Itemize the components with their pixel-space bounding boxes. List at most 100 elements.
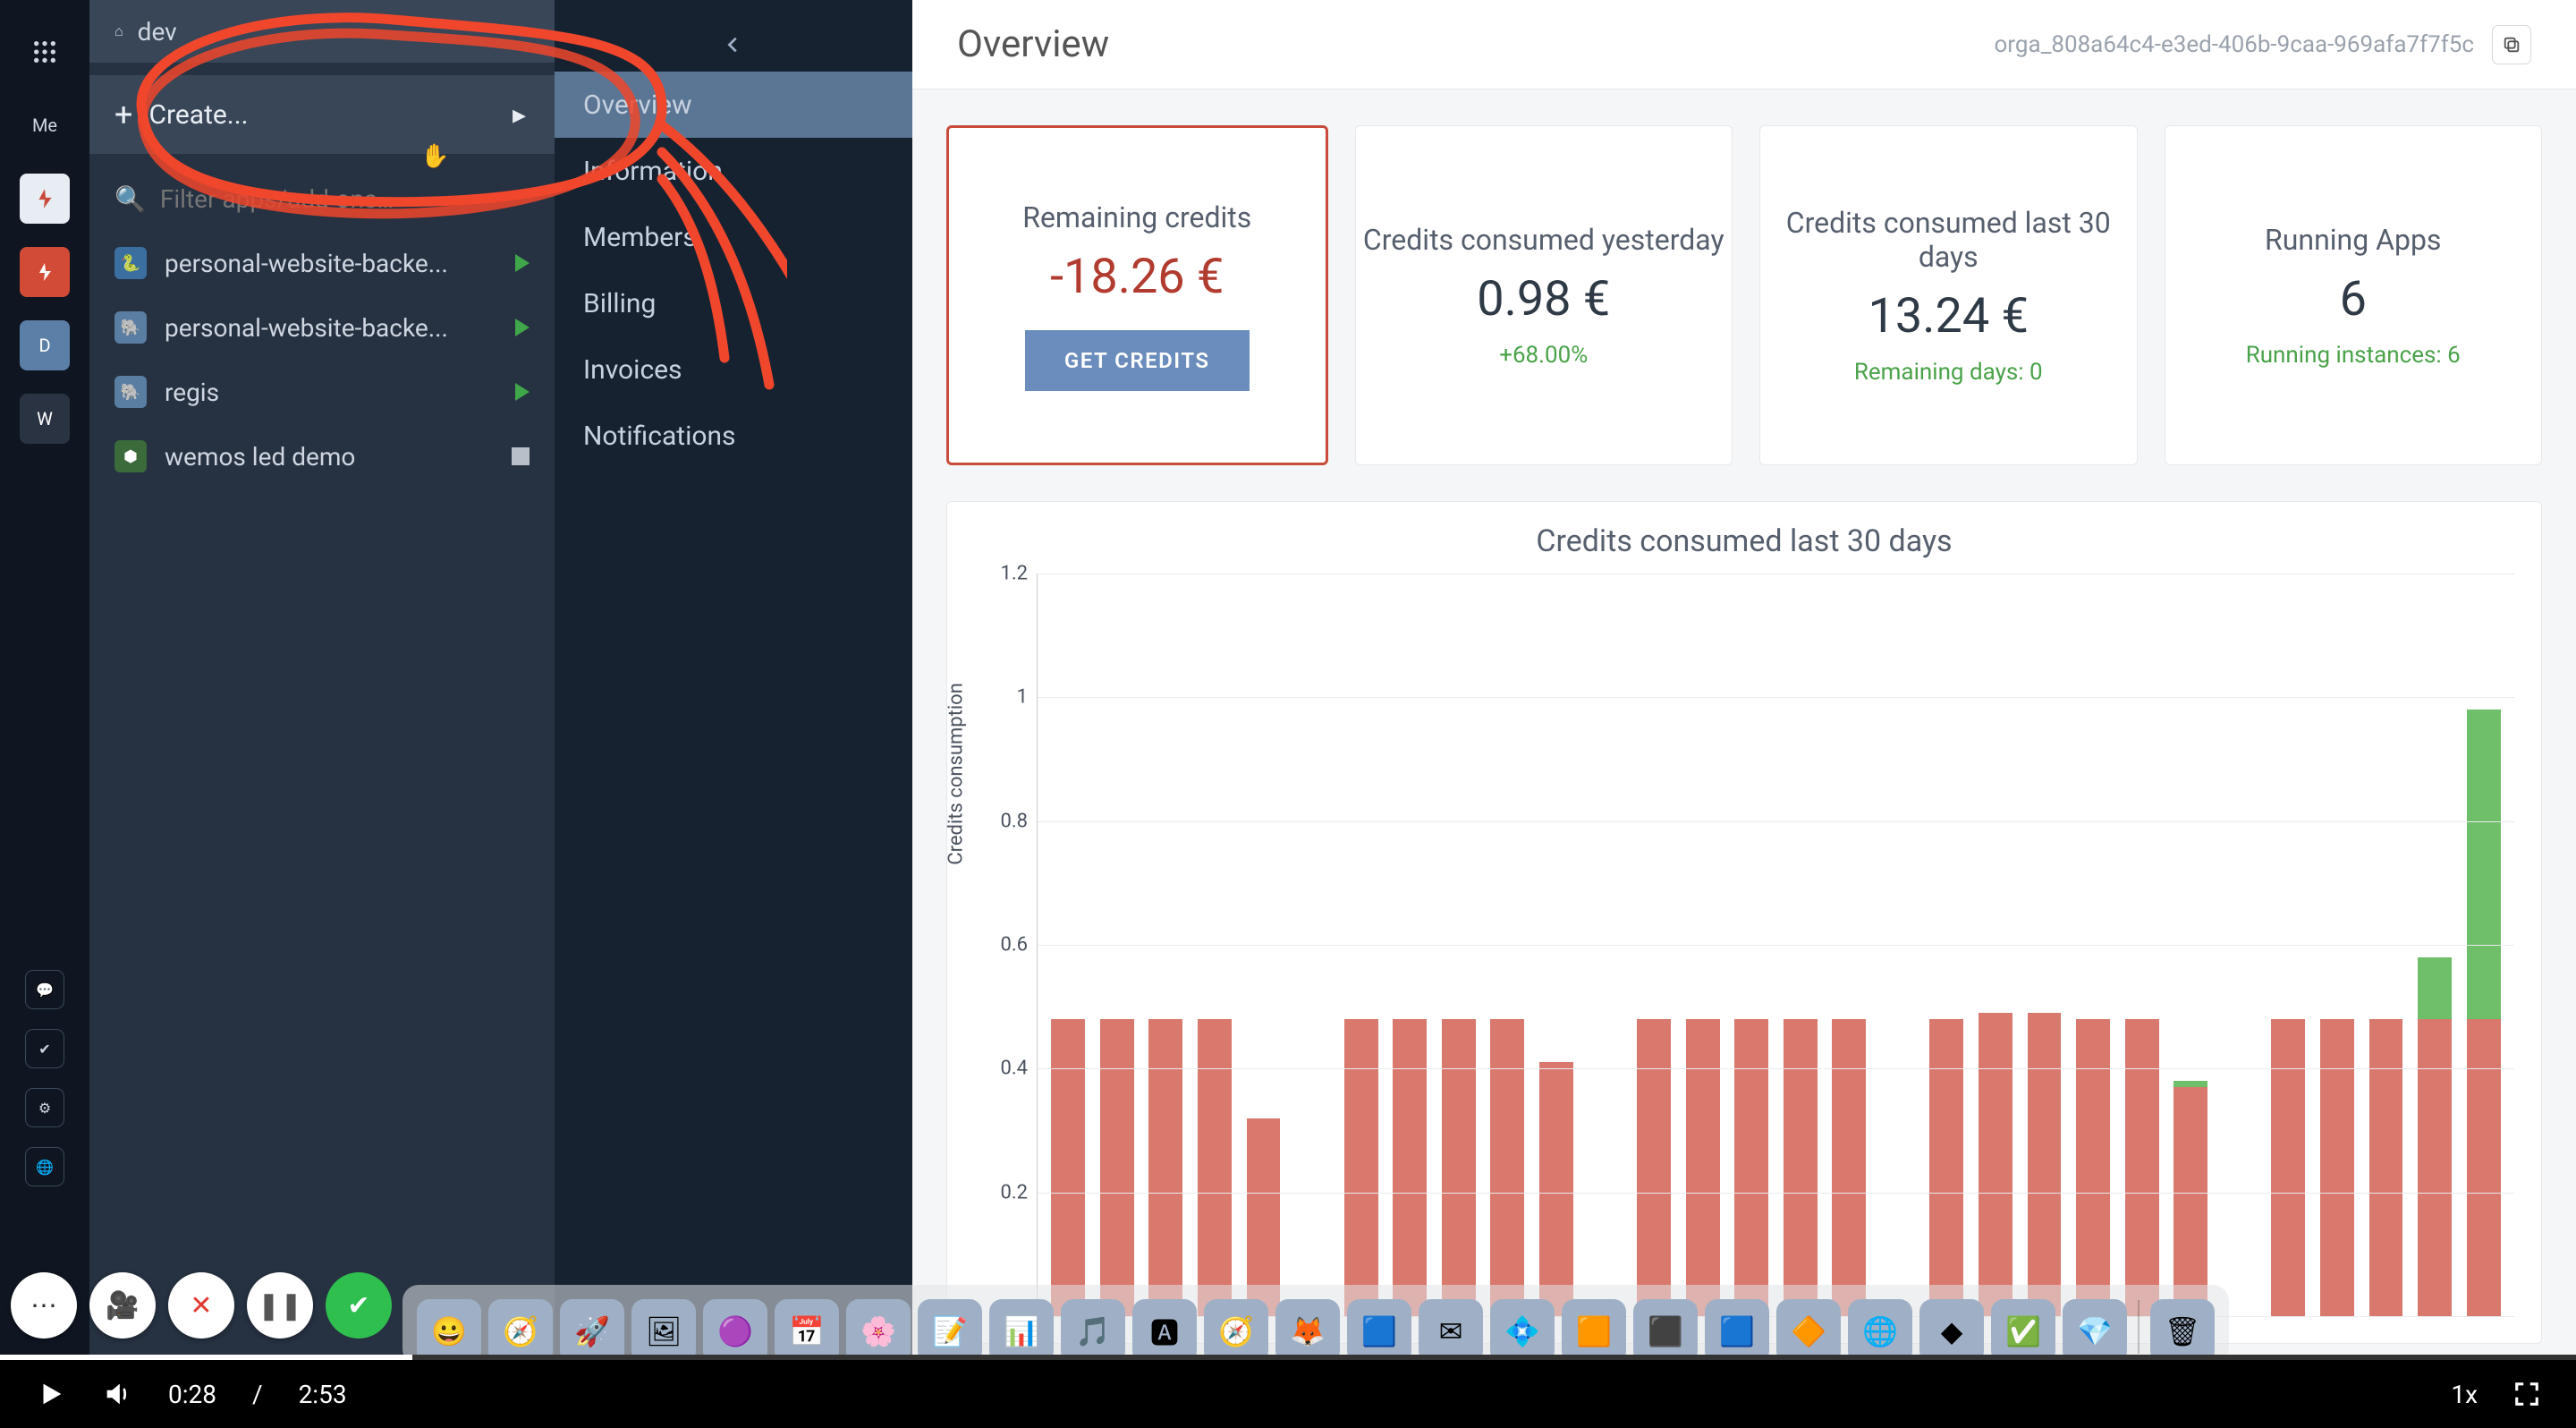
time-total: 2:53 bbox=[299, 1380, 347, 1409]
submenu-back[interactable] bbox=[555, 18, 912, 72]
card-label: Credits consumed last 30 days bbox=[1760, 206, 2137, 274]
rec-more-button[interactable]: ⋯ bbox=[11, 1272, 77, 1339]
rail-me-label: Me bbox=[32, 115, 57, 136]
chart-title: Credits consumed last 30 days bbox=[974, 523, 2514, 559]
chart-panel: Credits consumed last 30 days Credits co… bbox=[946, 501, 2542, 1344]
create-button[interactable]: + Create... ▸ bbox=[89, 75, 555, 154]
bar-base bbox=[2467, 1019, 2501, 1316]
chevron-right-icon: ▸ bbox=[513, 99, 526, 131]
bar-extra bbox=[2174, 1081, 2207, 1087]
y-tick: 0.6 bbox=[1000, 934, 1028, 956]
stat-card: Credits consumed last 30 days 13.24 € Rema… bbox=[1759, 125, 2138, 465]
video-player-bar: 0:28 / 2:53 1x bbox=[0, 1360, 2576, 1428]
rail-org-3-label: D bbox=[38, 335, 50, 356]
org-id: orga_808a64c4-e3ed-406b-9caa-969afa7f7f5… bbox=[1994, 31, 2474, 58]
submenu-invoices[interactable]: Invoices bbox=[555, 336, 912, 403]
progress-track[interactable] bbox=[0, 1355, 2576, 1360]
rail-me[interactable]: Me bbox=[20, 100, 70, 150]
rail-org-3[interactable]: D bbox=[20, 320, 70, 370]
card-label: Running Apps bbox=[2265, 223, 2441, 257]
grid-line bbox=[1038, 1068, 2514, 1069]
card-value: 6 bbox=[2340, 271, 2367, 327]
y-tick: 1 bbox=[1017, 686, 1028, 709]
rec-done-button[interactable]: ✔ bbox=[326, 1272, 392, 1339]
rail-org-2[interactable] bbox=[20, 247, 70, 297]
copy-id-button[interactable] bbox=[2492, 25, 2531, 64]
search-row: 🔍 bbox=[89, 166, 555, 231]
submenu: OverviewInformationMembersBillingInvoice… bbox=[555, 0, 912, 1356]
card-value: 13.24 € bbox=[1868, 288, 2029, 344]
home-icon: ⌂ bbox=[114, 22, 123, 40]
create-label: Create... bbox=[148, 99, 248, 131]
bar-base bbox=[1539, 1062, 1573, 1316]
gear-icon[interactable]: ⚙ bbox=[25, 1088, 64, 1127]
rail-org-4[interactable]: W bbox=[20, 394, 70, 444]
bar-base bbox=[1686, 1019, 1720, 1316]
bar-base bbox=[2369, 1019, 2403, 1316]
rail-org-1[interactable] bbox=[20, 174, 70, 224]
globe-icon[interactable]: 🌐 bbox=[25, 1147, 64, 1186]
bar-base bbox=[1637, 1019, 1671, 1316]
sidebar: ⌂ dev + Create... ▸ 🔍 🐍personal-website-… bbox=[89, 0, 555, 1356]
grid-line bbox=[1038, 697, 2514, 698]
time-sep: / bbox=[252, 1380, 263, 1409]
app-item[interactable]: 🐍personal-website-backe... bbox=[89, 231, 555, 295]
py-icon: 🐍 bbox=[114, 247, 147, 279]
apps-list: 🐍personal-website-backe... 🐘 personal-webs… bbox=[89, 231, 555, 489]
fullscreen-button[interactable] bbox=[2513, 1381, 2540, 1407]
pg-icon: 🐘 bbox=[114, 376, 147, 408]
speed-button[interactable]: 1x bbox=[2451, 1380, 2478, 1409]
rec-camera-button[interactable]: 🎥 bbox=[89, 1272, 156, 1339]
app-item[interactable]: 🐘 personal-website-backe... bbox=[89, 295, 555, 360]
node-icon: ⬢ bbox=[114, 440, 147, 472]
submenu-overview[interactable]: Overview bbox=[555, 72, 912, 138]
apps-grid-icon[interactable] bbox=[20, 27, 70, 77]
bar-base bbox=[2418, 1019, 2452, 1316]
status-run-icon bbox=[515, 254, 530, 272]
bar-base bbox=[2320, 1019, 2354, 1316]
page-header: Overview orga_808a64c4-e3ed-406b-9caa-96… bbox=[912, 0, 2576, 89]
get-credits-button[interactable]: GET CREDITS bbox=[1025, 330, 1250, 391]
plot-area bbox=[1037, 574, 2514, 1316]
status-run-icon bbox=[515, 319, 530, 336]
submenu-billing[interactable]: Billing bbox=[555, 270, 912, 336]
status-run-icon bbox=[515, 383, 530, 401]
submenu-information[interactable]: Information bbox=[555, 138, 912, 204]
org-selector[interactable]: ⌂ dev bbox=[89, 0, 555, 63]
y-axis-label: Credits consumption bbox=[945, 683, 968, 865]
check-icon[interactable]: ✔ bbox=[25, 1029, 64, 1068]
submenu-members[interactable]: Members bbox=[555, 204, 912, 270]
rail-bottom: 💬 ✔ ⚙ 🌐 bbox=[0, 970, 89, 1186]
stat-card: Running Apps6Running instances: 6 bbox=[2165, 125, 2543, 465]
recording-controls: ⋯ 🎥 ✕ ❚❚ ✔ bbox=[11, 1272, 392, 1339]
left-rail: Me D W 💬 ✔ ⚙ 🌐 bbox=[0, 0, 89, 1356]
search-input[interactable] bbox=[160, 184, 530, 214]
y-tick: 0.4 bbox=[1000, 1058, 1028, 1080]
bar-base bbox=[1979, 1013, 2012, 1316]
dock-separator bbox=[2138, 1300, 2140, 1354]
card-label: Remaining credits bbox=[1022, 200, 1251, 234]
card-sub: Remaining days: 0 bbox=[1854, 359, 2043, 386]
macos-dock: 😀🧭🚀🖼🟣📅🌸📝📊🎵🅰🧭🦊🟦✉💠🟧⬛🟦🔶🌐◆✅💎🗑 bbox=[402, 1285, 2229, 1365]
grid-line bbox=[1038, 821, 2514, 822]
stats-cards: Remaining credits-18.26 €GET CREDITS Cred… bbox=[912, 89, 2576, 483]
submenu-notifications[interactable]: Notifications bbox=[555, 403, 912, 469]
y-tick: 0.2 bbox=[1000, 1181, 1028, 1203]
play-button[interactable] bbox=[36, 1379, 66, 1409]
volume-button[interactable] bbox=[102, 1379, 132, 1409]
org-name: dev bbox=[138, 17, 177, 47]
y-tick: 1.2 bbox=[1000, 563, 1028, 585]
pg-icon: 🐘 bbox=[114, 311, 147, 344]
bar-base bbox=[1100, 1019, 1134, 1316]
app-item[interactable]: ⬢wemos led demo bbox=[89, 424, 555, 489]
time-current: 0:28 bbox=[168, 1380, 216, 1409]
app-item[interactable]: 🐘regis bbox=[89, 360, 555, 424]
progress-fill bbox=[0, 1355, 412, 1360]
stat-card: Remaining credits-18.26 €GET CREDITS bbox=[946, 125, 1328, 465]
chat-icon[interactable]: 💬 bbox=[25, 970, 64, 1009]
rec-cancel-button[interactable]: ✕ bbox=[168, 1272, 234, 1339]
bar-base bbox=[1393, 1019, 1427, 1316]
bar-base bbox=[2271, 1019, 2305, 1316]
app-name: personal-website-backe... bbox=[165, 313, 448, 343]
rec-pause-button[interactable]: ❚❚ bbox=[247, 1272, 313, 1339]
